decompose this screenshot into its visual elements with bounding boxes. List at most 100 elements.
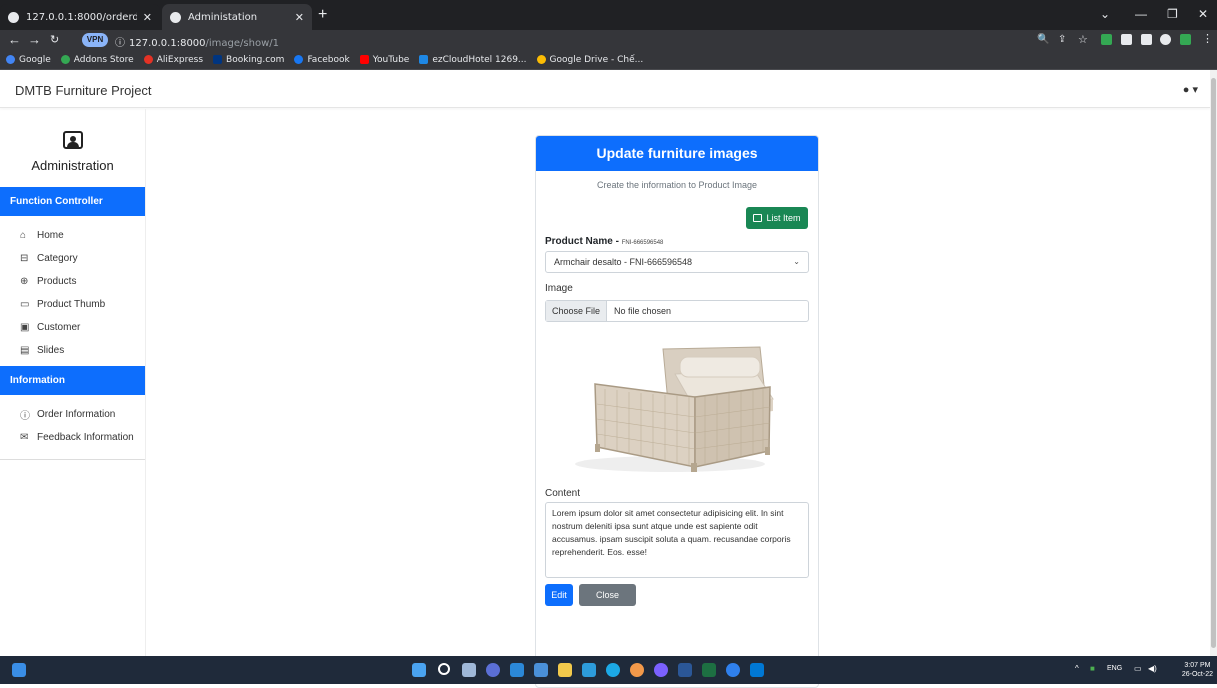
sidebar-item-customer[interactable]: ▣ Customer — [0, 316, 145, 339]
browser-tab-administation[interactable]: Administation ✕ — [162, 4, 312, 30]
new-tab-button[interactable]: + — [318, 6, 327, 24]
extension-check-icon[interactable] — [1180, 34, 1191, 45]
slides-icon: ▤ — [20, 345, 30, 356]
bookmark-addons[interactable]: Addons Store — [60, 55, 134, 65]
furniture-image-preview — [545, 329, 809, 482]
sidebar-item-product-thumb[interactable]: ▭ Product Thumb — [0, 293, 145, 316]
extension-icon[interactable] — [1101, 34, 1112, 45]
content-textarea[interactable]: Lorem ipsum dolor sit amet consectetur a… — [545, 502, 809, 578]
tab-search-icon[interactable]: ⌄ — [1100, 7, 1110, 21]
bookmark-youtube[interactable]: YouTube — [359, 55, 409, 65]
sidebar-item-home[interactable]: ⌂ Home — [0, 224, 145, 247]
tray-chevron-icon[interactable]: ^ — [1075, 664, 1079, 673]
excel-icon[interactable] — [702, 663, 716, 677]
viber-icon[interactable] — [654, 663, 668, 677]
image-file-input[interactable]: Choose File No file chosen — [545, 300, 809, 322]
search-icon[interactable] — [438, 663, 450, 675]
bookmark-aliexpress[interactable]: AliExpress — [143, 55, 203, 65]
back-button[interactable]: ← — [8, 32, 21, 47]
bookmark-booking[interactable]: Booking.com — [213, 55, 284, 65]
chrome-icon[interactable] — [630, 663, 644, 677]
user-menu-dropdown[interactable]: ● ▾ — [1183, 83, 1198, 96]
close-button[interactable]: Close — [579, 584, 636, 606]
globe-icon — [170, 11, 181, 23]
chat-icon[interactable] — [486, 663, 500, 677]
thumb-icon: ▭ — [20, 299, 30, 310]
widgets-icon[interactable] — [12, 663, 26, 677]
minimize-button[interactable]: — — [1135, 7, 1147, 21]
browser-icon[interactable] — [606, 663, 620, 677]
menu-icon[interactable]: ⋮ — [1202, 32, 1213, 45]
language-indicator[interactable]: ENG — [1107, 665, 1122, 672]
volume-icon[interactable]: ◀) — [1148, 664, 1157, 673]
address-bar: ← → ↻ VPN ⓘ 127.0.0.1:8000/image/show/1 🔍… — [0, 30, 1217, 50]
forward-button[interactable]: → — [28, 32, 41, 47]
youtube-icon — [359, 55, 369, 64]
task-view-icon[interactable] — [462, 663, 476, 677]
sidebar-function-list: ⌂ Home ⊟ Category ⊕ Products ▭ Product Thumb… — [0, 216, 145, 366]
sidebar-information-list: ⓘ Order Information ✉ Feedback Information — [0, 395, 145, 453]
system-clock[interactable]: 3:07 PM 26-Oct-22 — [1182, 661, 1213, 679]
clock-time: 3:07 PM — [1184, 662, 1211, 669]
zoom-icon[interactable]: 🔍 — [1037, 34, 1049, 45]
file-explorer-icon[interactable] — [558, 663, 572, 677]
browser-tab-orderdetail[interactable]: 127.0.0.1:8000/orderdetail/16 ✕ — [0, 4, 160, 30]
bookmark-google-drive[interactable]: Google Drive - Chế... — [536, 55, 643, 65]
sidebar-item-order-information[interactable]: ⓘ Order Information — [0, 403, 145, 426]
start-icon[interactable] — [412, 663, 426, 677]
share-icon[interactable]: ⇪ — [1058, 34, 1066, 45]
sidebar-profile: Administration — [0, 109, 145, 187]
tray-app-icon[interactable]: ■ — [1090, 664, 1095, 673]
info-icon[interactable]: ⓘ — [115, 38, 125, 49]
list-icon — [753, 214, 763, 222]
brand-link[interactable]: DMTB Furniture Project — [15, 83, 152, 98]
sidebar-item-slides[interactable]: ▤ Slides — [0, 339, 145, 362]
bookmarks-bar: Google Addons Store AliExpress Booking.c… — [0, 50, 1217, 70]
bookmark-star-icon[interactable]: ☆ — [1078, 33, 1088, 46]
sidebar-title: Administration — [31, 158, 114, 173]
app-viewport: DMTB Furniture Project ● ▾ Administratio… — [0, 70, 1210, 688]
product-select[interactable]: Armchair desalto - FNI-666596548 ⌄ — [545, 251, 809, 273]
word-icon[interactable] — [678, 663, 692, 677]
browser-tab-strip: 127.0.0.1:8000/orderdetail/16 ✕ Administ… — [0, 0, 1217, 30]
zalo-icon[interactable] — [726, 663, 740, 677]
vscode-icon[interactable] — [750, 663, 764, 677]
list-item-button[interactable]: List Item — [746, 207, 808, 229]
armchair-image — [575, 346, 774, 472]
bookmark-facebook[interactable]: Facebook — [294, 55, 350, 65]
aliexpress-icon — [143, 55, 153, 64]
sidebar-item-category[interactable]: ⊟ Category — [0, 247, 145, 270]
reload-button[interactable]: ↻ — [50, 33, 59, 46]
products-icon: ⊕ — [20, 276, 29, 287]
store-icon[interactable] — [534, 663, 548, 677]
sidebar-item-products[interactable]: ⊕ Products — [0, 270, 145, 293]
puzzle-icon[interactable] — [1121, 34, 1132, 45]
tab-title: Administation — [188, 11, 258, 23]
vpn-badge[interactable]: VPN — [82, 33, 108, 47]
close-tab-icon[interactable]: ✕ — [143, 11, 152, 24]
sidebar-item-feedback-information[interactable]: ✉ Feedback Information — [0, 426, 145, 449]
card-subtitle: Create the information to Product Image — [596, 180, 758, 190]
close-tab-icon[interactable]: ✕ — [295, 11, 304, 24]
file-status: No file chosen — [614, 306, 672, 316]
tab-title: 127.0.0.1:8000/orderdetail/16 — [26, 11, 137, 23]
edge-icon[interactable] — [510, 663, 524, 677]
choose-file-button[interactable]: Choose File — [546, 301, 608, 321]
page-scrollbar[interactable] — [1210, 70, 1217, 656]
mail-icon[interactable] — [582, 663, 596, 677]
window-close-button[interactable]: ✕ — [1198, 7, 1208, 21]
addons-icon — [60, 55, 70, 64]
profile-icon[interactable] — [1160, 34, 1171, 45]
sidepanel-icon[interactable] — [1141, 34, 1152, 45]
sidebar: Administration Function Controller ⌂ Home… — [0, 109, 146, 656]
bookmark-google[interactable]: Google — [6, 55, 51, 65]
bookmark-ezcloud[interactable]: ezCloudHotel 1269... — [419, 55, 527, 65]
scrollbar-thumb[interactable] — [1211, 78, 1216, 648]
network-icon[interactable]: ▭ — [1134, 664, 1142, 673]
sidebar-divider — [0, 459, 145, 460]
url-field[interactable]: ⓘ 127.0.0.1:8000/image/show/1 — [115, 34, 279, 49]
product-name-label: Product Name - FNI-666596548 — [545, 236, 664, 247]
top-navbar: DMTB Furniture Project ● ▾ — [0, 70, 1210, 108]
restore-button[interactable]: ❐ — [1167, 7, 1178, 21]
edit-button[interactable]: Edit — [545, 584, 573, 606]
